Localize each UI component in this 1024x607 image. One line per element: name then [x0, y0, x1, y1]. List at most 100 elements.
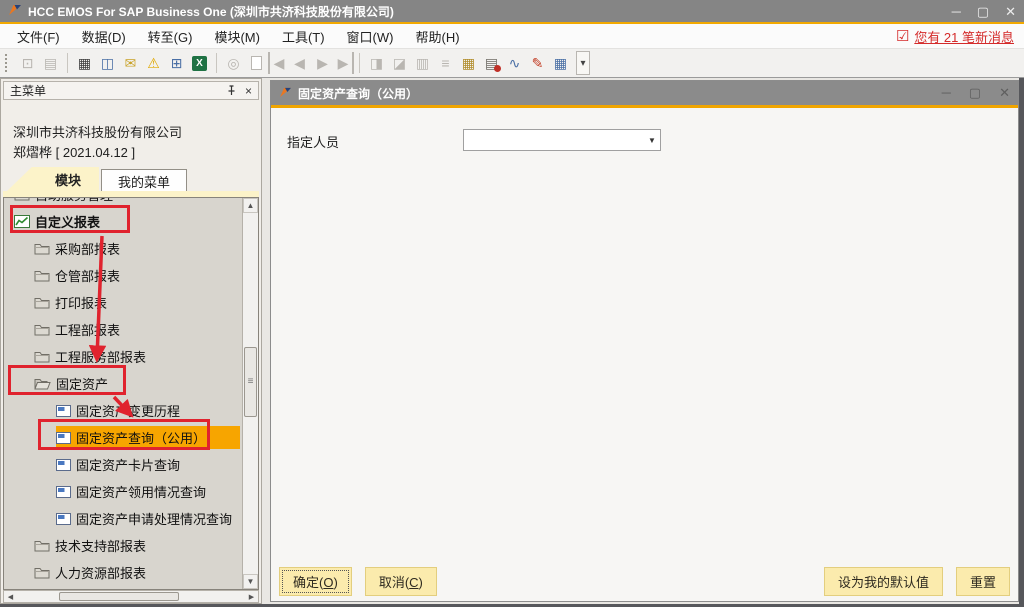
- person-field-label: 指定人员: [287, 132, 339, 151]
- menu-item-goto[interactable]: 转至(G): [137, 24, 204, 49]
- tree-item[interactable]: 自定义报表: [4, 208, 240, 235]
- window-title: HCC EMOS For SAP Business One (深圳市共济科技股份…: [28, 3, 946, 20]
- document-lines-icon[interactable]: ≡: [434, 52, 457, 74]
- tree-item-label: 自定义报表: [35, 212, 100, 231]
- menu-item-data[interactable]: 数据(D): [71, 24, 137, 49]
- menu-item-help[interactable]: 帮助(H): [404, 24, 470, 49]
- toolbar-separator: [67, 53, 68, 73]
- toolbar-overflow-button[interactable]: ▾: [576, 51, 590, 75]
- user-date-line: 郑熠桦 [ 2021.04.12 ]: [13, 143, 182, 163]
- tree-item[interactable]: 仓管部报表: [4, 262, 240, 289]
- tree-horizontal-scrollbar[interactable]: ◀ ▶: [3, 590, 259, 603]
- form-layout-icon[interactable]: ◫: [96, 52, 119, 74]
- tab-my-menu[interactable]: 我的菜单: [101, 169, 187, 191]
- tab-modules[interactable]: 模块: [7, 167, 99, 191]
- ok-button[interactable]: 确定(O): [279, 567, 352, 596]
- close-button[interactable]: ✕: [1005, 5, 1016, 18]
- scroll-up-icon[interactable]: ▲: [243, 198, 258, 213]
- panel-title: 主菜单: [10, 82, 218, 99]
- print-icon[interactable]: ▤: [39, 52, 62, 74]
- find-icon[interactable]: ◎: [222, 52, 245, 74]
- menu-item-window[interactable]: 窗口(W): [336, 24, 405, 49]
- excel-export-icon[interactable]: X: [188, 52, 211, 74]
- goto-linked-window-icon[interactable]: ◨: [365, 52, 388, 74]
- panel-close-icon[interactable]: ×: [245, 84, 252, 98]
- last-record-icon[interactable]: ▶: [334, 52, 354, 74]
- folder-icon: [34, 566, 50, 579]
- dialog-titlebar: 固定资产查询（公用） ─ ▢ ✕: [271, 81, 1018, 105]
- dialog-maximize-button[interactable]: ▢: [969, 85, 981, 101]
- scrollbar-thumb-horizontal[interactable]: [59, 592, 179, 601]
- folder-icon: [34, 350, 50, 363]
- chart-icon: [14, 215, 30, 228]
- first-record-icon[interactable]: ◀: [268, 52, 288, 74]
- reset-button[interactable]: 重置: [956, 567, 1010, 596]
- tree-item[interactable]: 固定资产查询（公用）: [4, 424, 240, 451]
- next-record-icon[interactable]: ▶: [311, 52, 334, 74]
- tree-item[interactable]: 人力资源部报表: [4, 559, 240, 586]
- app-window: HCC EMOS For SAP Business One (深圳市共济科技股份…: [0, 0, 1024, 607]
- tree-item[interactable]: 固定资产卡片查询: [4, 451, 240, 478]
- folder-icon: [14, 197, 30, 201]
- warning-icon[interactable]: ⚠: [142, 52, 165, 74]
- copy-icon[interactable]: ⊞: [165, 52, 188, 74]
- chevron-down-icon[interactable]: ▼: [644, 136, 660, 145]
- dialog-footer: 确定(O) 取消(C) 设为我的默认值 重置: [279, 567, 1010, 596]
- menu-item-module[interactable]: 模块(M): [203, 24, 271, 49]
- dialog-close-button[interactable]: ✕: [999, 85, 1010, 101]
- menu-item-file[interactable]: 文件(F): [6, 24, 71, 49]
- maximize-button[interactable]: ▢: [977, 5, 989, 18]
- cancel-button[interactable]: 取消(C): [365, 567, 437, 596]
- tree-item[interactable]: 打印报表: [4, 289, 240, 316]
- tree-item[interactable]: 固定资产变更历程: [4, 397, 240, 424]
- mail-icon[interactable]: ✉: [119, 52, 142, 74]
- tree-item-label: 自助服务管理: [35, 197, 113, 204]
- previous-record-icon[interactable]: ◀: [288, 52, 311, 74]
- scroll-down-icon[interactable]: ▼: [243, 574, 258, 589]
- tree-item[interactable]: 固定资产: [4, 370, 240, 397]
- form-table-icon[interactable]: ▦: [457, 52, 480, 74]
- pin-icon[interactable]: [226, 85, 237, 96]
- dialog-minimize-button[interactable]: ─: [942, 85, 951, 101]
- scroll-left-icon[interactable]: ◀: [4, 591, 17, 602]
- toolbar-grip[interactable]: [5, 54, 11, 72]
- calculator-icon[interactable]: ▦: [73, 52, 96, 74]
- tree-item[interactable]: 固定资产申请处理情况查询: [4, 505, 240, 532]
- minimize-button[interactable]: ─: [952, 5, 961, 18]
- print-preview-icon[interactable]: ⊡: [16, 52, 39, 74]
- tree-item-label: 仓管部报表: [55, 266, 120, 285]
- main-menu-panel: 主菜单 × 深圳市共济科技股份有限公司 郑熠桦 [ 2021.04.12 ] 模…: [0, 78, 262, 604]
- titlebar: HCC EMOS For SAP Business One (深圳市共济科技股份…: [0, 0, 1024, 22]
- chart-view-icon[interactable]: ∿: [503, 52, 526, 74]
- tree-item[interactable]: 工程服务部报表: [4, 343, 240, 370]
- stamp-document-icon[interactable]: ▤: [480, 52, 503, 74]
- tree-item-label: 工程服务部报表: [55, 347, 146, 366]
- scrollbar-thumb[interactable]: [244, 347, 257, 417]
- draw-tools-icon[interactable]: ✎: [526, 52, 549, 74]
- new-document-icon[interactable]: [245, 52, 268, 74]
- scroll-right-icon[interactable]: ▶: [245, 591, 258, 602]
- panel-header: 主菜单 ×: [3, 81, 259, 100]
- tree-item[interactable]: 采购部报表: [4, 235, 240, 262]
- tree-item-label: 人力资源部报表: [55, 563, 146, 582]
- new-messages-link[interactable]: 您有 21 笔新消息: [914, 27, 1014, 46]
- dialog-logo-icon: [279, 86, 292, 101]
- sidebar-tabs: 模块 我的菜单: [7, 167, 187, 191]
- app-logo-icon: [8, 4, 22, 19]
- grid-calendar-icon[interactable]: ▦: [549, 52, 572, 74]
- tree-item[interactable]: 自助服务管理: [4, 197, 240, 208]
- tree-vertical-scrollbar[interactable]: ▲ ▼: [242, 198, 258, 589]
- tree-item[interactable]: 工程部报表: [4, 316, 240, 343]
- split-table-icon[interactable]: ▥: [411, 52, 434, 74]
- tree-item-label: 打印报表: [55, 293, 107, 312]
- set-default-button[interactable]: 设为我的默认值: [824, 567, 943, 596]
- person-combobox[interactable]: ▼: [463, 129, 661, 151]
- menu-item-tools[interactable]: 工具(T): [271, 24, 336, 49]
- folder-icon: [34, 242, 50, 255]
- tree-item[interactable]: 固定资产领用情况查询: [4, 478, 240, 505]
- module-tree: 自助服务管理自定义报表采购部报表仓管部报表打印报表工程部报表工程服务部报表固定资…: [3, 197, 259, 590]
- goto-target-window-icon[interactable]: ◪: [388, 52, 411, 74]
- tree-item[interactable]: 技术支持部报表: [4, 532, 240, 559]
- window-icon: [56, 459, 71, 471]
- main-area: 主菜单 × 深圳市共济科技股份有限公司 郑熠桦 [ 2021.04.12 ] 模…: [0, 78, 1024, 604]
